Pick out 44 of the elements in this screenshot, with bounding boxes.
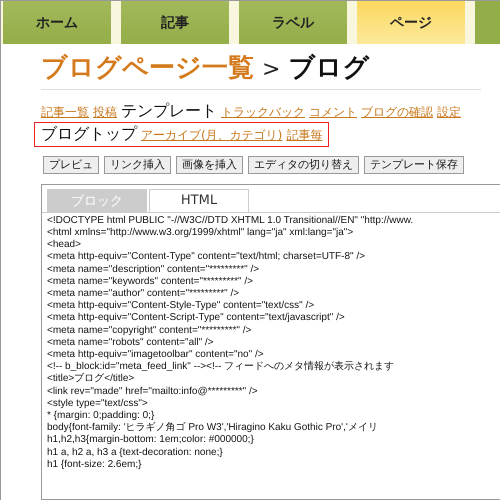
code-line: <meta name="keywords" content="*********" /> [47,276,254,288]
code-line: <style type="text/css"> [47,398,149,410]
code-line: h1 {font-size: 2.6em;} [47,458,143,472]
nav-tab[interactable]: ページ [357,1,465,44]
toolbar-button[interactable]: リンク挿入 [104,156,171,174]
code-line: <meta name="copyright" content="*********" /> [47,324,252,337]
editor-tab[interactable]: HTML [149,188,249,212]
page-title: ブログ [288,54,370,83]
nav-tab[interactable]: 記事 [121,1,229,44]
code-line: <html xmlns="http://www.w3.org/1999/xhtml" lang="ja" xml:lang="ja"> [47,226,354,240]
toolbar-button[interactable]: 画像を挿入 [176,156,243,174]
code-line: h1,h2,h3{margin-bottom: 1em;color: #000000;} [47,434,255,447]
code-line: <link rev="made" href="mailto:info@*********" /> [47,386,259,398]
toolbar-button[interactable]: プレビュ [43,156,99,174]
nav-tab[interactable]: ホーム [3,1,111,44]
code-line: <!-- b_block:id="meta_feed_link" --><!-- フィードへのメタ情報が表示されます [47,361,396,372]
code-line: h1 a, h2 a, h3 a {text-decoration: none;} [47,446,224,459]
section-link[interactable]: 記事一覧 [41,106,89,119]
toolbar-button[interactable]: エディタの切り替え [248,156,359,174]
code-line: <meta name="description" content="*********" /> [47,264,260,276]
nav-tab[interactable]: ラベル [239,1,347,44]
code-line: body{font-family: 'ヒラギノ角ゴ Pro W3','Hiragino Kaku Gothic Pro','メイリ [47,422,379,434]
section-link[interactable]: トラックバック [221,106,305,119]
section-link[interactable]: ブログの確認 [361,106,433,119]
template-link[interactable]: アーカイブ(月、カテゴリ) [141,129,282,142]
code-line: <title>ブログ</title> [47,373,136,386]
section-link[interactable]: コメント [309,106,357,119]
code-line: * {margin: 0;padding: 0;} [47,410,156,422]
code-line: <meta http-equiv="Content-Type" content="text/html; charset=UTF-8" /> [47,251,366,264]
breadcrumb-separator: > [262,58,280,82]
nav-tab-edge [475,1,500,44]
section-link[interactable]: テンプレート [121,102,217,120]
code-line: <meta name="robots" content="all" /> [47,336,215,350]
template-link[interactable]: 記事毎 [286,129,322,142]
code-line: <meta http-equiv="imagetoolbar" content="no" /> [47,349,265,362]
template-link[interactable]: ブログトップ [41,125,137,143]
section-link[interactable]: 投稿 [93,106,117,119]
code-line: <meta http-equiv="Content-Script-Type" content="text/javascript" /> [47,312,346,325]
code-line: <head> [47,239,82,252]
code-line: <!DOCTYPE html PUBLIC "-//W3C//DTD XHTML 1.0 Transitional//EN" "http://www. [47,214,414,227]
toolbar-button[interactable]: テンプレート保存 [364,156,464,174]
code-line: <meta http-equiv="Content-Style-Type" content="text/css" /> [47,300,316,312]
code-line: <meta name="author" content="*********" /> [47,288,240,300]
section-link[interactable]: 設定 [437,106,461,119]
